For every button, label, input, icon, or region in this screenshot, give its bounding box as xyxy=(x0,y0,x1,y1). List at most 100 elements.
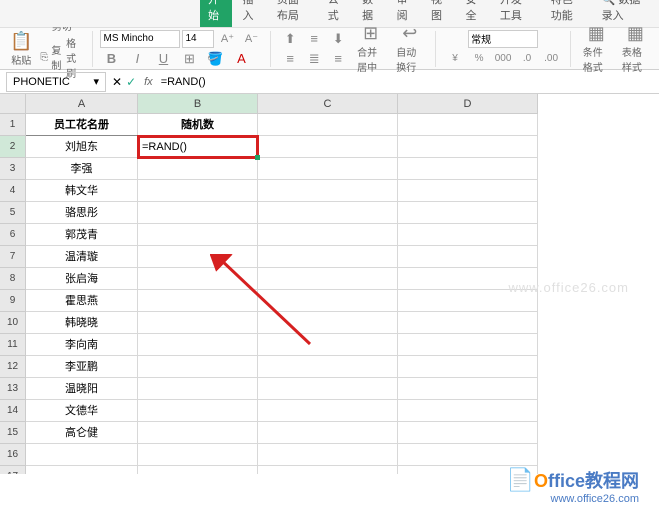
cell[interactable] xyxy=(258,334,398,356)
increase-font-icon[interactable]: A⁺ xyxy=(218,30,236,48)
tab-entry[interactable]: 🔍 数据录入 xyxy=(594,0,655,27)
name-box[interactable]: PHONETIC▾ xyxy=(6,72,106,92)
tab-insert[interactable]: 插入 xyxy=(234,0,266,27)
tab-security[interactable]: 安全 xyxy=(457,0,489,27)
col-header-b[interactable]: B xyxy=(138,94,258,114)
number-format-select[interactable] xyxy=(468,30,538,48)
cond-format-button[interactable]: ▦ 条件格式 xyxy=(579,21,614,76)
row-header[interactable]: 1 xyxy=(0,114,26,136)
tab-review[interactable]: 审阅 xyxy=(389,0,421,27)
decrease-font-icon[interactable]: A⁻ xyxy=(242,30,260,48)
cell[interactable] xyxy=(258,114,398,136)
cell[interactable] xyxy=(398,400,538,422)
cell[interactable] xyxy=(138,290,258,312)
cell[interactable]: 李亚鹏 xyxy=(26,356,138,378)
cell[interactable] xyxy=(398,180,538,202)
tab-special[interactable]: 特色功能 xyxy=(543,0,592,27)
cell[interactable] xyxy=(258,466,398,474)
row-header[interactable]: 8 xyxy=(0,268,26,290)
font-name-select[interactable] xyxy=(100,30,180,48)
cell[interactable] xyxy=(138,312,258,334)
cell[interactable]: 韩晓晓 xyxy=(26,312,138,334)
border-icon[interactable]: ⊞ xyxy=(180,50,198,68)
select-all-corner[interactable] xyxy=(0,94,26,114)
tab-layout[interactable]: 页面布局 xyxy=(269,0,318,27)
cell[interactable]: 张启海 xyxy=(26,268,138,290)
cell[interactable] xyxy=(138,466,258,474)
row-header[interactable]: 3 xyxy=(0,158,26,180)
row-header[interactable]: 10 xyxy=(0,312,26,334)
cell[interactable] xyxy=(138,158,258,180)
row-header[interactable]: 4 xyxy=(0,180,26,202)
row-header[interactable]: 11 xyxy=(0,334,26,356)
cell[interactable] xyxy=(398,246,538,268)
cell[interactable]: 温晓阳 xyxy=(26,378,138,400)
align-right-icon[interactable]: ≡ xyxy=(329,50,347,68)
font-color-icon[interactable]: A xyxy=(232,50,250,68)
align-top-icon[interactable]: ⬆ xyxy=(281,30,299,48)
col-header-c[interactable]: C xyxy=(258,94,398,114)
dec-inc-icon[interactable]: .0 xyxy=(518,50,536,68)
cell[interactable] xyxy=(258,136,398,158)
align-bot-icon[interactable]: ⬇ xyxy=(329,30,347,48)
row-header[interactable]: 12 xyxy=(0,356,26,378)
col-header-d[interactable]: D xyxy=(398,94,538,114)
cell[interactable] xyxy=(398,356,538,378)
row-header[interactable]: 16 xyxy=(0,444,26,466)
cell[interactable] xyxy=(258,158,398,180)
tab-view[interactable]: 视图 xyxy=(423,0,455,27)
bold-icon[interactable]: B xyxy=(102,50,120,68)
cell[interactable] xyxy=(258,268,398,290)
cell[interactable] xyxy=(258,444,398,466)
cell[interactable] xyxy=(398,224,538,246)
cell[interactable]: 郭茂青 xyxy=(26,224,138,246)
cell[interactable] xyxy=(258,246,398,268)
fill-icon[interactable]: 🪣 xyxy=(206,50,224,68)
cell[interactable] xyxy=(398,378,538,400)
table-style-button[interactable]: ▦ 表格样式 xyxy=(618,21,653,76)
cell[interactable] xyxy=(26,444,138,466)
cell[interactable] xyxy=(138,400,258,422)
font-size-select[interactable] xyxy=(182,30,214,48)
cell[interactable] xyxy=(258,290,398,312)
cell[interactable] xyxy=(398,334,538,356)
row-header[interactable]: 5 xyxy=(0,202,26,224)
cell[interactable] xyxy=(258,224,398,246)
dec-dec-icon[interactable]: .00 xyxy=(542,50,560,68)
cell[interactable] xyxy=(258,180,398,202)
cell[interactable]: 员工花名册 xyxy=(26,114,138,136)
cell[interactable] xyxy=(138,268,258,290)
cell[interactable] xyxy=(398,312,538,334)
cell[interactable] xyxy=(138,378,258,400)
cell[interactable] xyxy=(258,422,398,444)
cell[interactable]: 骆思彤 xyxy=(26,202,138,224)
tab-data[interactable]: 数据 xyxy=(354,0,386,27)
align-mid-icon[interactable]: ≡ xyxy=(305,30,323,48)
wrap-button[interactable]: ↩ 自动换行 xyxy=(392,21,427,76)
cell[interactable] xyxy=(138,422,258,444)
cell[interactable] xyxy=(398,422,538,444)
cell[interactable] xyxy=(258,356,398,378)
cell[interactable] xyxy=(258,312,398,334)
cancel-formula-icon[interactable]: ✕ xyxy=(112,75,122,89)
align-left-icon[interactable]: ≡ xyxy=(281,50,299,68)
align-center-icon[interactable]: ≣ xyxy=(305,50,323,68)
row-header[interactable]: 6 xyxy=(0,224,26,246)
cell[interactable] xyxy=(258,202,398,224)
cell[interactable] xyxy=(138,444,258,466)
italic-icon[interactable]: I xyxy=(128,50,146,68)
row-header[interactable]: 14 xyxy=(0,400,26,422)
merge-button[interactable]: ⊞ 合并居中 xyxy=(353,21,388,76)
cell[interactable] xyxy=(258,378,398,400)
row-header[interactable]: 15 xyxy=(0,422,26,444)
cell[interactable] xyxy=(138,224,258,246)
cell[interactable]: 温清璇 xyxy=(26,246,138,268)
row-header[interactable]: 2 xyxy=(0,136,26,158)
fx-button[interactable]: fx xyxy=(140,76,157,88)
tab-formula[interactable]: 公式 xyxy=(320,0,352,27)
cell[interactable]: 韩文华 xyxy=(26,180,138,202)
cell[interactable] xyxy=(398,158,538,180)
cell[interactable] xyxy=(398,136,538,158)
formula-bar[interactable] xyxy=(157,72,659,92)
cell[interactable]: 文德华 xyxy=(26,400,138,422)
